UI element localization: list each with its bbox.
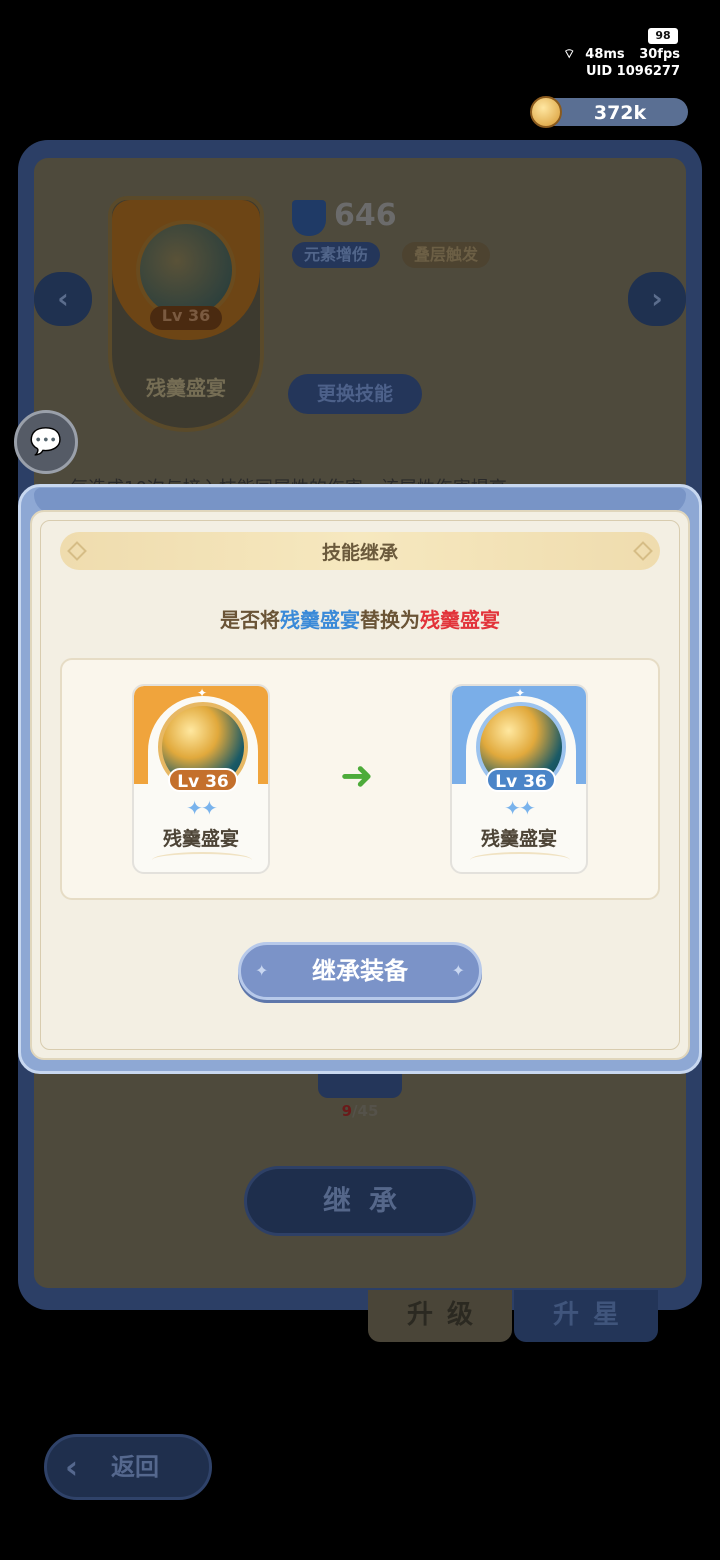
sparkle-icon: ✦ [451,961,465,980]
back-label: 返回 [111,1453,159,1481]
from-skill-name: 残羹盛宴 [280,608,360,632]
uid-text: UID 1096277 [585,64,680,79]
card-skill-name: 残羹盛宴 [162,828,239,850]
inherit-button[interactable]: 继承 [244,1166,476,1236]
tab-upgrade[interactable]: 升级 [368,1290,512,1342]
prev-skill-button[interactable]: ‹ [34,272,92,326]
card-skill-name: 残羹盛宴 [480,828,557,850]
ping-text: 48ms [585,47,625,62]
inherit-equipment-button[interactable]: ✦ 继承装备 ✦ [238,942,482,1000]
sparkle-icon: ✦ [255,961,269,980]
currency-value: 372k [593,102,647,124]
star-icons: ✦✦ [186,796,218,820]
arrow-right-icon: ➜ [340,753,374,799]
card-level-badge: Lv 36 [486,768,556,792]
back-button[interactable]: ‹ 返回 [44,1434,212,1500]
dialog-title-banner: 技能继承 [60,532,660,570]
back-chevron-icon: ‹ [65,1448,79,1486]
change-skill-button[interactable]: 更换技能 [288,374,422,414]
chat-icon[interactable]: 💬 [14,410,78,474]
replace-question: 是否将残羹盛宴替换为残羹盛宴 [220,608,500,632]
tag-stack: 叠层触发 [402,242,491,268]
dialog-title: 技能继承 [321,542,398,564]
to-skill-card[interactable]: ✦ Lv 36 ✦✦ 残羹盛宴 [450,684,588,874]
sparkle-icon: ✦ [197,686,208,700]
star-icons: ✦✦ [504,796,536,820]
card-ornament [470,852,570,868]
power-shield-icon [292,200,326,236]
card-level-badge: Lv 36 [168,768,238,792]
material-count: 9/45 [341,1102,379,1120]
status-overlay: ⌔ 48ms 30fps UID 1096277 [553,26,680,80]
currency-bar[interactable]: 372k [530,96,688,128]
skill-name: 残羹盛宴 [146,376,226,400]
tag-element: 元素增伤 [292,242,381,268]
to-skill-name: 残羹盛宴 [420,608,500,632]
sparkle-icon: ✦ [515,686,526,700]
skill-level-badge: Lv 36 [150,306,222,330]
tab-star-up[interactable]: 升星 [514,1290,658,1342]
card-ornament [152,852,252,868]
wifi-icon: ⌔ [563,47,576,62]
confirm-label: 继承装备 [312,957,408,985]
next-skill-button[interactable]: › [628,272,686,326]
fps-text: 30fps [639,47,680,62]
power-value: 646 [334,198,397,233]
skill-orb-icon [136,220,236,320]
from-skill-card[interactable]: ✦ Lv 36 ✦✦ 残羹盛宴 [132,684,270,874]
